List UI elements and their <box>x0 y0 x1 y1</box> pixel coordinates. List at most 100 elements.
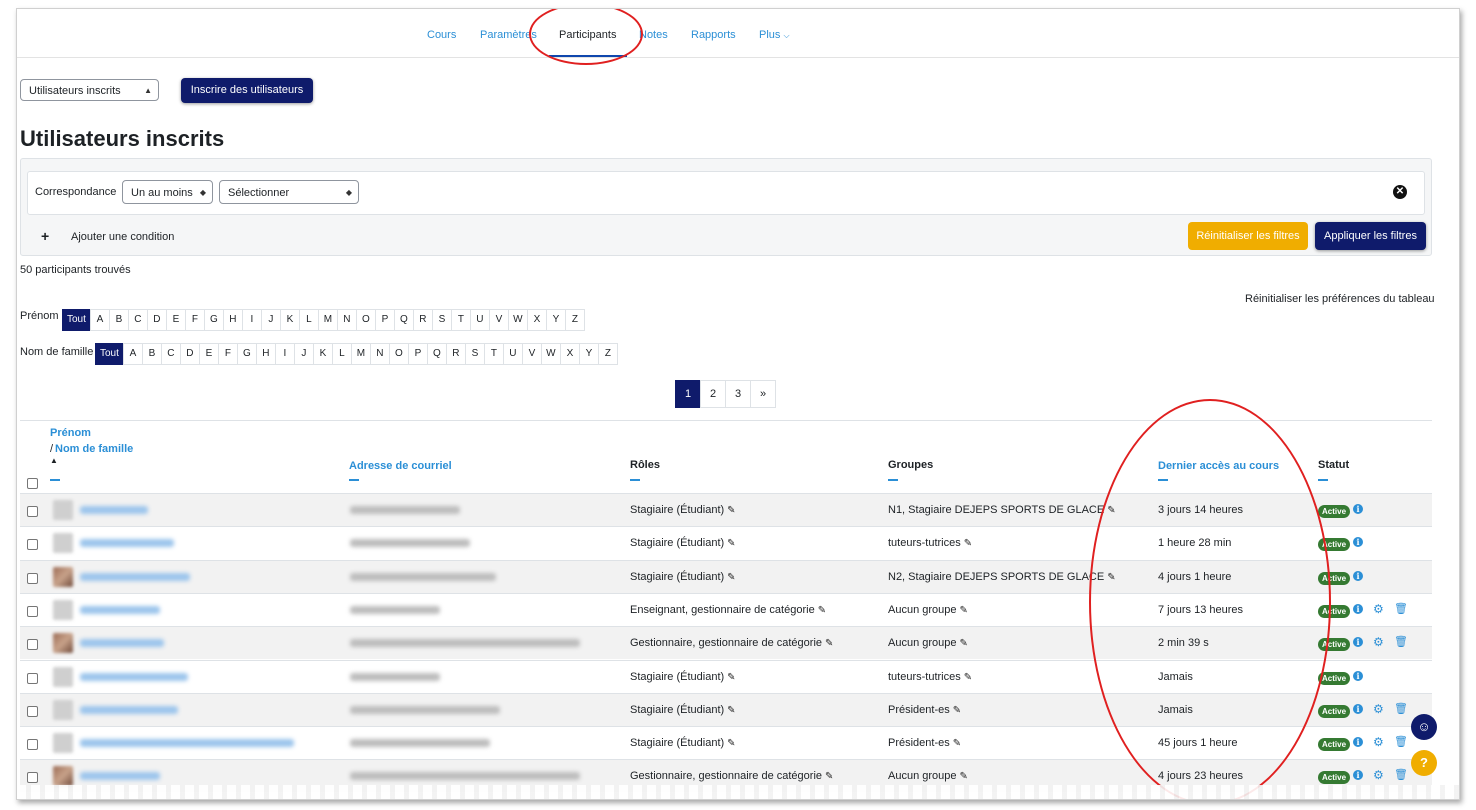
row-select-checkbox[interactable] <box>27 539 38 551</box>
row-select-checkbox[interactable] <box>27 739 38 751</box>
edit-groups-pencil-icon[interactable]: ✎ <box>953 705 961 716</box>
match-select[interactable]: Un au moins ◆ <box>122 180 213 204</box>
nav-tab-rapports[interactable]: Rapports <box>691 29 736 41</box>
firstname-initial-p[interactable]: P <box>374 309 395 331</box>
firstname-initial-a[interactable]: A <box>89 309 110 331</box>
unenrol-trash-icon[interactable]: 🗑 <box>1394 736 1408 748</box>
lastname-initial-e[interactable]: E <box>198 343 219 365</box>
avatar[interactable] <box>53 566 73 587</box>
enrolment-method-select[interactable]: Utilisateurs inscrits ▲ <box>20 79 159 101</box>
next-page-button[interactable]: » <box>750 380 776 408</box>
firstname-initial-k[interactable]: K <box>279 309 300 331</box>
firstname-initial-n[interactable]: N <box>336 309 357 331</box>
unenrol-trash-icon[interactable]: 🗑 <box>1394 603 1408 615</box>
row-select-checkbox[interactable] <box>27 639 38 651</box>
collapse-column-icon[interactable] <box>1158 479 1168 481</box>
edit-roles-pencil-icon[interactable]: ✎ <box>727 505 735 516</box>
sort-email-link[interactable]: Adresse de courriel <box>349 460 452 472</box>
firstname-initial-d[interactable]: D <box>146 309 167 331</box>
plus-icon[interactable]: + <box>41 228 49 244</box>
edit-groups-pencil-icon[interactable]: ✎ <box>960 771 968 782</box>
firstname-initial-u[interactable]: U <box>469 309 490 331</box>
collapse-column-icon[interactable] <box>50 479 60 481</box>
help-icon[interactable]: ? <box>1411 750 1437 776</box>
lastname-initial-q[interactable]: Q <box>426 343 447 365</box>
firstname-initial-f[interactable]: F <box>184 309 205 331</box>
firstname-initial-all[interactable]: Tout <box>62 309 91 331</box>
lastname-initial-v[interactable]: V <box>521 343 542 365</box>
collapse-column-icon[interactable] <box>1318 479 1328 481</box>
unenrol-trash-icon[interactable]: 🗑 <box>1394 769 1408 781</box>
lastname-initial-b[interactable]: B <box>141 343 162 365</box>
enrolment-info-icon[interactable]: i <box>1353 504 1363 514</box>
participant-name-link[interactable] <box>80 539 174 548</box>
firstname-initial-z[interactable]: Z <box>564 309 585 331</box>
participant-name-link[interactable] <box>80 705 178 714</box>
avatar[interactable] <box>53 733 73 754</box>
firstname-initial-w[interactable]: W <box>507 309 528 331</box>
edit-groups-pencil-icon[interactable]: ✎ <box>1107 572 1115 583</box>
accessibility-icon[interactable]: ☺ <box>1411 714 1437 740</box>
collapse-column-icon[interactable] <box>630 479 640 481</box>
avatar[interactable] <box>53 500 73 520</box>
unenrol-trash-icon[interactable]: 🗑 <box>1394 703 1408 715</box>
participant-name-link[interactable] <box>80 672 188 681</box>
participant-name-link[interactable] <box>80 572 190 581</box>
firstname-initial-c[interactable]: C <box>127 309 148 331</box>
lastname-initial-o[interactable]: O <box>388 343 409 365</box>
lastname-initial-i[interactable]: I <box>274 343 295 365</box>
enrolment-info-icon[interactable]: i <box>1353 537 1363 548</box>
nav-tab-parametres[interactable]: Paramètres <box>480 29 537 41</box>
avatar[interactable] <box>53 533 73 554</box>
edit-groups-pencil-icon[interactable]: ✎ <box>964 672 972 683</box>
lastname-initial-d[interactable]: D <box>179 343 200 365</box>
lastname-initial-h[interactable]: H <box>255 343 276 365</box>
firstname-initial-l[interactable]: L <box>298 309 319 331</box>
nav-tab-plus[interactable]: Plus ⌵ <box>759 29 790 41</box>
collapse-column-icon[interactable] <box>888 479 898 481</box>
firstname-initial-h[interactable]: H <box>222 309 243 331</box>
unenrol-trash-icon[interactable]: 🗑 <box>1394 636 1408 648</box>
edit-roles-pencil-icon[interactable]: ✎ <box>818 605 826 616</box>
lastname-initial-r[interactable]: R <box>445 343 466 365</box>
lastname-initial-u[interactable]: U <box>502 343 523 365</box>
avatar[interactable] <box>53 666 73 687</box>
row-select-checkbox[interactable] <box>27 672 38 684</box>
reset-filters-button[interactable]: Réinitialiser les filtres <box>1188 222 1308 250</box>
participant-name-link[interactable] <box>80 739 294 748</box>
enrolment-info-icon[interactable]: i <box>1353 570 1363 581</box>
avatar[interactable] <box>53 766 73 787</box>
lastname-initial-p[interactable]: P <box>407 343 428 365</box>
edit-enrolment-gear-icon[interactable]: ⚙ <box>1373 603 1384 615</box>
firstname-initial-y[interactable]: Y <box>545 309 566 331</box>
lastname-initial-z[interactable]: Z <box>597 343 618 365</box>
edit-groups-pencil-icon[interactable]: ✎ <box>1107 505 1115 516</box>
lastname-initial-f[interactable]: F <box>217 343 238 365</box>
avatar[interactable] <box>53 633 73 654</box>
lastname-initial-l[interactable]: L <box>331 343 352 365</box>
participant-name-link[interactable] <box>80 605 160 614</box>
lastname-initial-a[interactable]: A <box>122 343 143 365</box>
enrolment-info-icon[interactable]: i <box>1353 770 1363 781</box>
edit-enrolment-gear-icon[interactable]: ⚙ <box>1373 636 1384 648</box>
firstname-initial-j[interactable]: J <box>260 309 281 331</box>
firstname-initial-o[interactable]: O <box>355 309 376 331</box>
firstname-initial-g[interactable]: G <box>203 309 224 331</box>
sort-lastaccess-link[interactable]: Dernier accès au cours <box>1158 460 1279 472</box>
page-button-1[interactable]: 1 <box>675 380 701 408</box>
firstname-initial-e[interactable]: E <box>165 309 186 331</box>
edit-roles-pencil-icon[interactable]: ✎ <box>727 705 735 716</box>
lastname-initial-m[interactable]: M <box>350 343 371 365</box>
lastname-initial-all[interactable]: Tout <box>95 343 124 365</box>
row-select-checkbox[interactable] <box>27 705 38 717</box>
nav-tab-notes[interactable]: Notes <box>639 29 668 41</box>
collapse-column-icon[interactable] <box>349 479 359 481</box>
edit-roles-pencil-icon[interactable]: ✎ <box>727 538 735 549</box>
edit-enrolment-gear-icon[interactable]: ⚙ <box>1373 703 1384 715</box>
filter-type-select[interactable]: Sélectionner ◆ <box>219 180 359 204</box>
lastname-initial-t[interactable]: T <box>483 343 504 365</box>
edit-roles-pencil-icon[interactable]: ✎ <box>825 771 833 782</box>
enrol-users-button[interactable]: Inscrire des utilisateurs <box>181 78 313 103</box>
enrolment-info-icon[interactable]: i <box>1353 670 1363 681</box>
enrolment-info-icon[interactable]: i <box>1353 603 1363 614</box>
